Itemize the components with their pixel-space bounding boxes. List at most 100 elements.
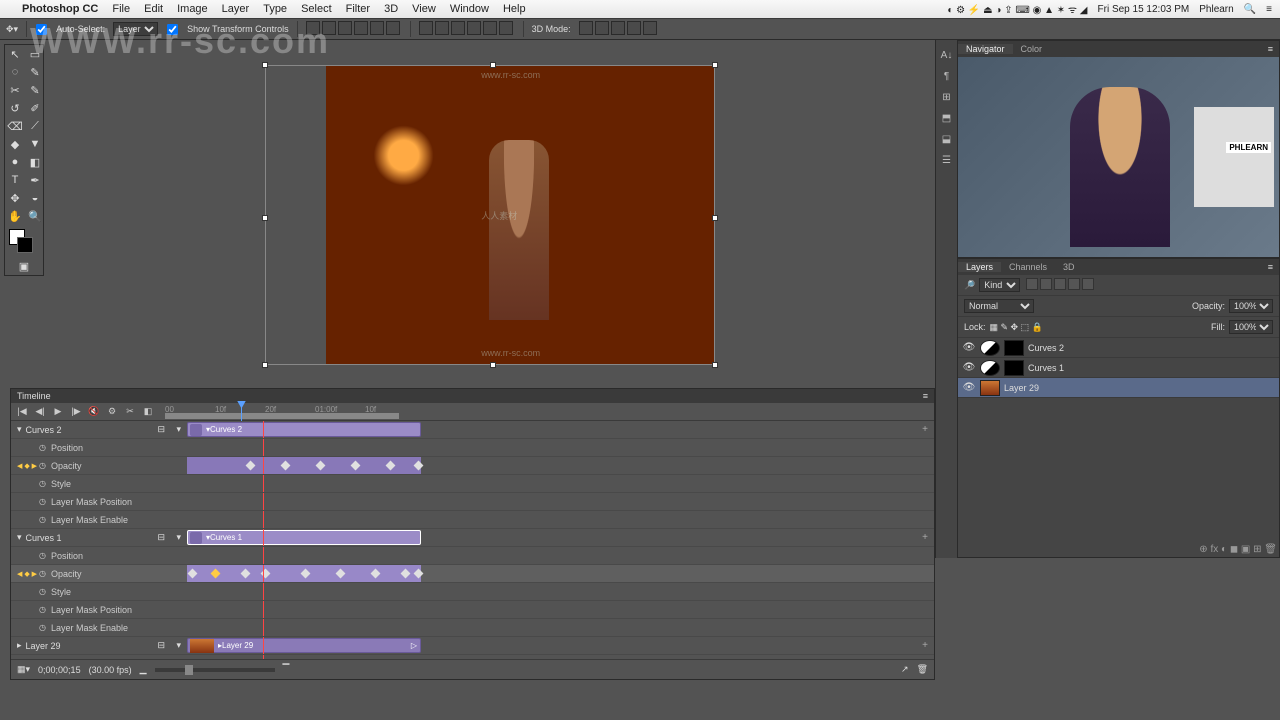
fx-icon[interactable] — [190, 424, 202, 436]
keyframe[interactable] — [371, 569, 381, 579]
shape-tool[interactable]: ◒ — [25, 189, 45, 207]
keyframe-selected[interactable] — [211, 569, 221, 579]
keyframe[interactable] — [188, 569, 198, 579]
auto-select-mode[interactable]: Layer — [113, 22, 158, 36]
zoom-out-icon[interactable]: ▁ — [140, 664, 147, 675]
marquee-tool[interactable]: ▭ — [25, 45, 45, 63]
mask-thumb[interactable] — [1004, 360, 1024, 376]
menu-filter[interactable]: Filter — [346, 3, 370, 15]
timecode[interactable]: 0;00;00;15 — [38, 665, 81, 675]
blur-tool[interactable]: ● — [5, 153, 25, 171]
quick-select-tool[interactable]: ✎ — [25, 63, 45, 81]
add-track-icon[interactable]: + — [916, 424, 934, 435]
keyframe[interactable] — [281, 461, 291, 471]
visibility-toggle[interactable]: 👁 — [962, 362, 976, 373]
eraser-tool[interactable]: ◆ — [5, 135, 25, 153]
menu-file[interactable]: File — [112, 3, 130, 15]
track-menu-icon[interactable]: ▾ — [176, 424, 181, 435]
menu-layer[interactable]: Layer — [222, 3, 250, 15]
heal-tool[interactable]: ↺ — [5, 99, 25, 117]
zoom-tool[interactable]: 🔍 — [25, 207, 45, 225]
tab-channels[interactable]: Channels — [1001, 262, 1055, 272]
align-icons[interactable] — [306, 21, 402, 37]
keyframe[interactable] — [414, 569, 424, 579]
crop-tool[interactable]: ✂ — [5, 81, 25, 99]
track-layer29[interactable]: ▸Layer 29⊟▾ ▸ Layer 29▷ + — [11, 637, 934, 655]
tab-color[interactable]: Color — [1013, 44, 1051, 54]
para-panel-icon[interactable]: ¶ — [944, 71, 949, 82]
layer-filter-icons[interactable] — [1024, 278, 1094, 292]
menu-edit[interactable]: Edit — [144, 3, 163, 15]
playhead[interactable] — [241, 403, 242, 421]
menubar-status-icons[interactable]: ◐ ⚙ ⚡ ⏏ ◑ ⇪ ⌨ ◉ ▲ ✶ ᯤ ◢ — [947, 2, 1087, 16]
history-brush-tool[interactable]: ⟋ — [25, 117, 45, 135]
disclosure-icon[interactable]: ⊟ — [157, 424, 165, 435]
show-transform-checkbox[interactable] — [167, 23, 178, 34]
fill-input[interactable]: 100% — [1229, 320, 1273, 334]
track-menu-icon[interactable]: ▾ — [176, 532, 181, 543]
panel-menu-icon[interactable]: ≡ — [1268, 44, 1279, 54]
blend-mode-select[interactable]: Normal — [964, 299, 1034, 313]
menu-type[interactable]: Type — [263, 3, 287, 15]
menu-3d[interactable]: 3D — [384, 3, 398, 15]
keyframe[interactable] — [336, 569, 346, 579]
tab-navigator[interactable]: Navigator — [958, 44, 1013, 54]
adjustment-thumb[interactable] — [980, 340, 1000, 356]
color-swatches[interactable] — [5, 225, 43, 249]
spotlight-icon[interactable]: 🔍 — [1244, 4, 1256, 15]
canvas-area[interactable]: www.rr-sc.com 人人素材 www.rr-sc.com — [50, 44, 930, 385]
timeline-mode-icon[interactable]: ▦▾ — [17, 664, 30, 675]
mask-thumb[interactable] — [1004, 340, 1024, 356]
zoom-slider[interactable] — [155, 668, 275, 672]
navigator-preview[interactable]: PHLEARN — [958, 57, 1279, 257]
clip-curves2[interactable]: ▾ Curves 2 — [187, 422, 421, 437]
keyframe[interactable] — [316, 461, 326, 471]
dodge-tool[interactable]: ◧ — [25, 153, 45, 171]
lasso-tool[interactable]: ◌ — [5, 63, 25, 81]
panel-icon-5[interactable]: ⬓ — [942, 134, 951, 145]
transition-icon[interactable]: ◧ — [141, 405, 155, 419]
transform-handle-br[interactable] — [712, 362, 718, 368]
opacity-track[interactable] — [187, 457, 421, 474]
auto-select-checkbox[interactable] — [36, 23, 47, 34]
transform-bounding-box[interactable]: www.rr-sc.com 人人素材 www.rr-sc.com — [265, 65, 715, 365]
zoom-in-icon[interactable]: ▔ — [283, 664, 290, 675]
stamp-tool[interactable]: ⌫ — [5, 117, 25, 135]
keyframe[interactable] — [401, 569, 411, 579]
render-icon[interactable]: ↗ — [901, 664, 909, 675]
transform-handle-b[interactable] — [490, 362, 496, 368]
hand-tool[interactable]: ✋ — [5, 207, 25, 225]
next-frame[interactable]: |▶ — [69, 405, 83, 419]
pen-tool[interactable]: ✒ — [25, 171, 45, 189]
eyedropper-tool[interactable]: ✎ — [25, 81, 45, 99]
fps-display[interactable]: (30.00 fps) — [89, 665, 132, 675]
menubar-datetime[interactable]: Fri Sep 15 12:03 PM — [1098, 4, 1190, 15]
track-curves2[interactable]: ▾Curves 2⊟▾ ▾ Curves 2 + — [11, 421, 934, 439]
timeline-ruler[interactable]: 00 10f 20f 01:00f 10f — [165, 403, 930, 421]
tab-3d[interactable]: 3D — [1055, 262, 1083, 272]
trash-icon[interactable]: 🗑 — [917, 664, 928, 675]
timeline-menu-icon[interactable]: ≡ — [923, 391, 928, 401]
layers-footer-icons[interactable]: ⊕ fx ◐ ◼ ▣ ⊞ 🗑 — [1199, 544, 1277, 555]
transform-handle-tl[interactable] — [262, 62, 268, 68]
keyframe[interactable] — [386, 461, 396, 471]
menu-window[interactable]: Window — [450, 3, 489, 15]
adjustment-thumb[interactable] — [980, 360, 1000, 376]
menu-view[interactable]: View — [412, 3, 436, 15]
layer-filter-kind[interactable]: Kind — [979, 278, 1020, 292]
layers-menu-icon[interactable]: ≡ — [1268, 262, 1279, 272]
track-curves1[interactable]: ▾Curves 1⊟▾ ▾ Curves 1 + — [11, 529, 934, 547]
transform-handle-tr[interactable] — [712, 62, 718, 68]
menu-select[interactable]: Select — [301, 3, 332, 15]
fx-icon[interactable] — [190, 532, 202, 544]
layer-row-layer29[interactable]: 👁 Layer 29 — [958, 378, 1279, 398]
move-tool[interactable]: ↖ — [5, 45, 25, 63]
menu-help[interactable]: Help — [503, 3, 526, 15]
visibility-toggle[interactable]: 👁 — [962, 342, 976, 353]
brush-tool[interactable]: ✐ — [25, 99, 45, 117]
disclosure-icon[interactable]: ⊟ — [157, 640, 165, 651]
lock-icons[interactable]: ▦ ✎ ✥ ⬚ 🔒 — [990, 322, 1043, 333]
settings-icon[interactable]: ⚙ — [105, 405, 119, 419]
keyframe[interactable] — [414, 461, 424, 471]
panel-icon-3[interactable]: ⊞ — [942, 92, 950, 103]
